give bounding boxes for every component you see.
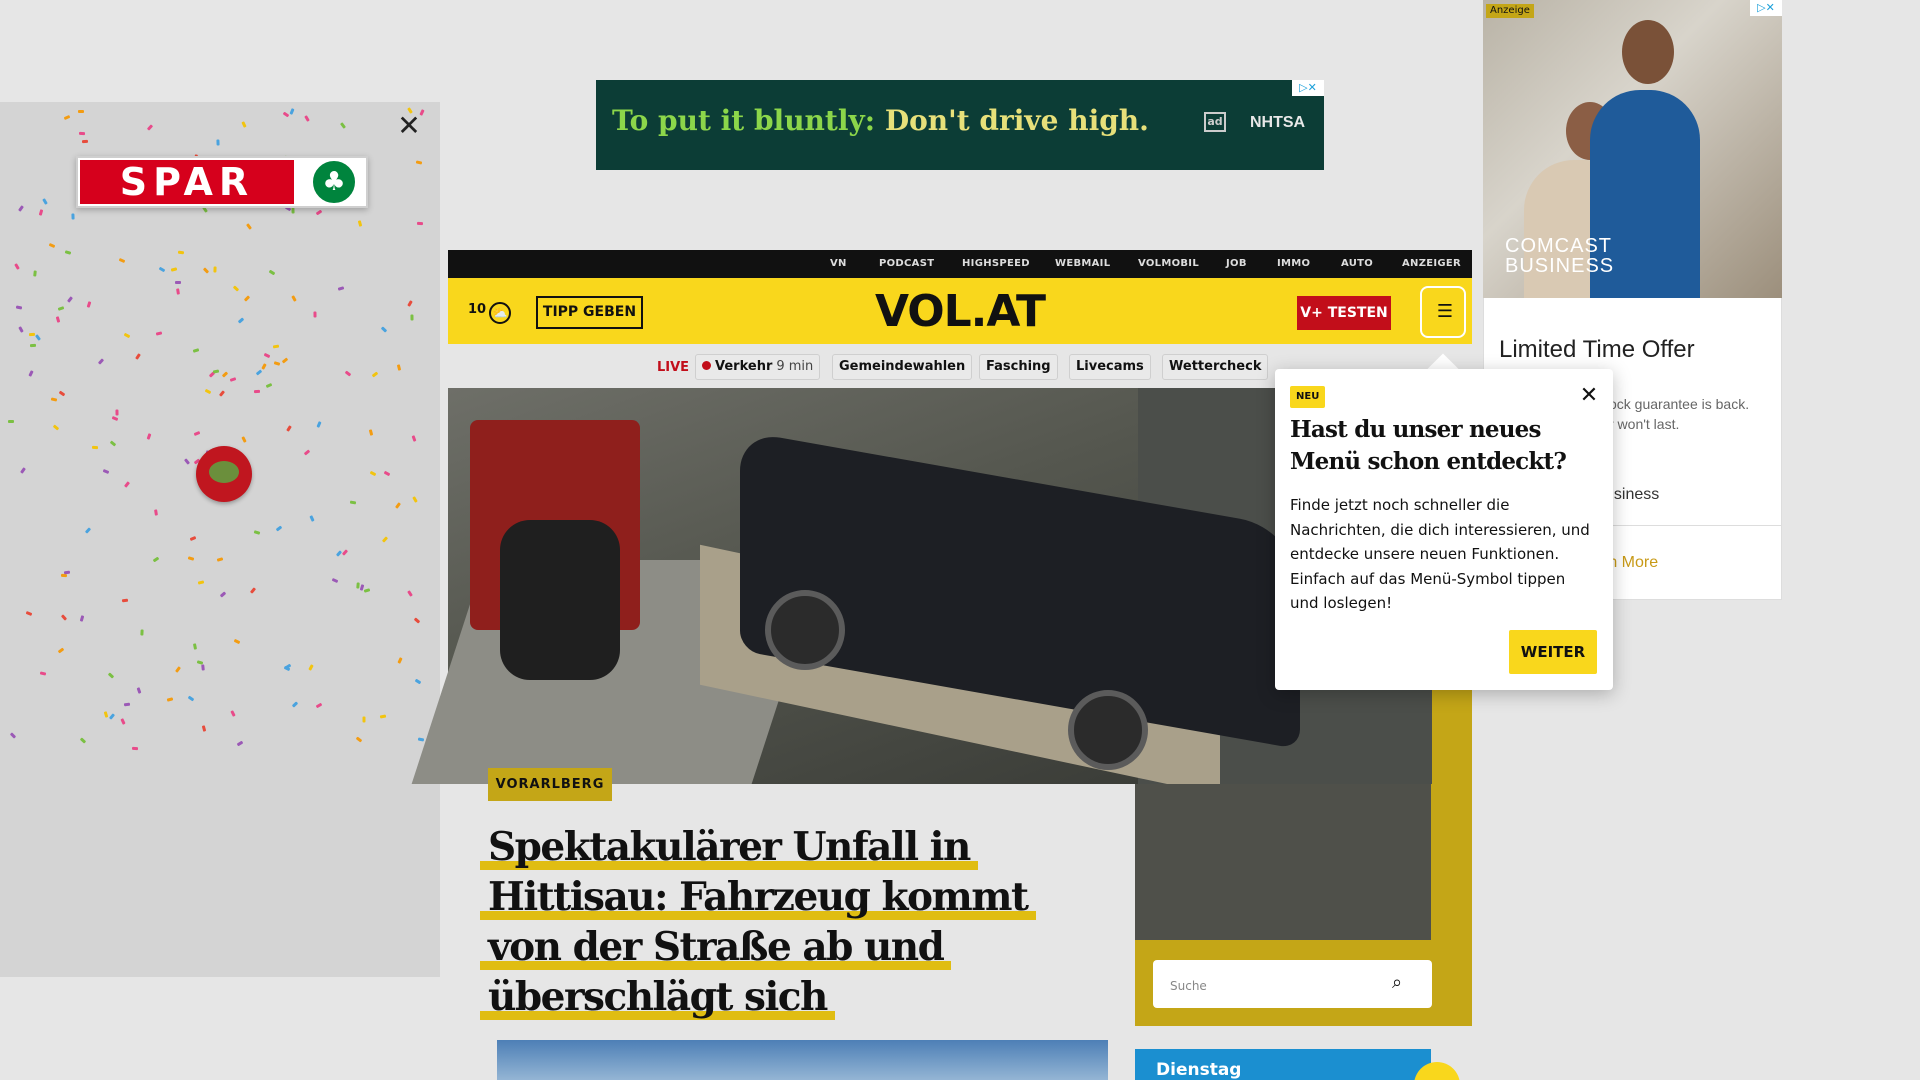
hero-image-tractor-wheel: [500, 520, 620, 680]
site-logo[interactable]: VOL.AT: [860, 286, 1060, 337]
article-headline[interactable]: Spektakulärer Unfall in Hittisau: Fahrze…: [480, 822, 1100, 1022]
ad-title: Limited Time Offer: [1499, 336, 1695, 363]
topnav-podcast[interactable]: PODCAST: [879, 258, 934, 269]
popup-body: Finde jetzt noch schneller die Nachricht…: [1290, 496, 1590, 612]
comcast-logo-line1: COMCAST: [1505, 235, 1612, 257]
menu-search-icon[interactable]: ☰: [1433, 302, 1457, 322]
search-placeholder[interactable]: Suche: [1170, 979, 1207, 993]
ad-council-icon: ad: [1204, 112, 1226, 132]
confetti-piece: [123, 702, 131, 707]
confetti-piece: [71, 213, 75, 220]
comcast-logo-line2: BUSINESS: [1505, 255, 1615, 277]
search-icon[interactable]: ⌕: [1392, 973, 1412, 993]
confetti-piece: [29, 343, 37, 348]
confetti-piece: [140, 629, 144, 636]
confetti-piece: [28, 332, 36, 337]
topnav-auto[interactable]: AUTO: [1341, 258, 1373, 269]
topnav-job[interactable]: JOB: [1226, 258, 1247, 269]
subnav-verkehr[interactable]: Verkehr 9 min: [695, 354, 821, 380]
confetti-piece: [253, 389, 261, 394]
weiter-button[interactable]: WEITER: [1509, 630, 1597, 674]
confetti-piece: [131, 746, 139, 751]
confetti-piece: [77, 109, 85, 114]
verkehr-time: 9 min: [776, 359, 814, 374]
tipp-geben-button[interactable]: TIPP GEBEN: [536, 296, 643, 329]
comcast-business-logo: COMCAST BUSINESS: [1505, 236, 1614, 276]
confetti-piece: [213, 266, 217, 273]
ad-image-person-head: [1622, 20, 1674, 84]
adchoices-icon[interactable]: ▷✕: [1750, 0, 1782, 16]
vplus-testen-button[interactable]: V+ TESTEN: [1297, 296, 1391, 330]
nhtsa-logo: NHTSA: [1250, 114, 1306, 131]
anzeige-label: Anzeige: [1486, 4, 1534, 18]
article-headline-text[interactable]: Spektakulärer Unfall in Hittisau: Fahrze…: [480, 824, 1036, 1020]
confetti-piece: [63, 570, 71, 575]
banner-headline: To put it bluntly: Don't drive high.: [612, 104, 1172, 137]
subnav-fasching[interactable]: Fasching: [979, 354, 1058, 380]
subnav-livecams[interactable]: Livecams: [1069, 354, 1151, 380]
topnav-highspeed[interactable]: HIGHSPEED: [962, 258, 1030, 269]
confetti-piece: [78, 131, 86, 136]
confetti-piece: [177, 250, 185, 255]
hero-image-car-wheel: [1068, 690, 1148, 770]
top-nav-bar: [448, 250, 1472, 278]
confetti-piece: [174, 280, 182, 285]
confetti-piece: [216, 139, 220, 146]
hero-image-car-wheel: [765, 590, 845, 670]
topnav-vn[interactable]: VN: [830, 258, 847, 269]
confetti-piece: [410, 314, 414, 321]
confetti-piece: [7, 419, 15, 424]
new-badge: NEU: [1290, 386, 1326, 408]
confetti-piece: [121, 598, 129, 603]
cloud-sun-icon[interactable]: ⛅: [489, 302, 511, 324]
category-tag[interactable]: VORARLBERG: [488, 768, 612, 801]
popup-title: Hast du unser neues Menü schon entdeckt?: [1290, 416, 1567, 475]
verkehr-label: Verkehr: [715, 359, 773, 374]
spar-logo-text: SPAR: [80, 160, 294, 204]
banner-headline-part2: Don't drive high.: [884, 104, 1149, 137]
close-icon[interactable]: ✕: [393, 110, 425, 142]
spar-tree-icon: ♣: [310, 158, 358, 206]
confetti-piece: [81, 139, 89, 144]
hero-image-lower: [1135, 784, 1431, 940]
confetti-piece: [91, 445, 99, 450]
skin-ad[interactable]: [0, 102, 440, 977]
topnav-anzeiger[interactable]: ANZEIGER: [1402, 258, 1461, 269]
topnav-webmail[interactable]: WEBMAIL: [1055, 258, 1110, 269]
subnav-gemeindewahlen[interactable]: Gemeindewahlen: [832, 354, 973, 380]
confetti-piece: [313, 311, 317, 318]
confetti-piece: [291, 207, 295, 214]
next-article-image[interactable]: [497, 1040, 1108, 1080]
spar-badge-icon: [209, 461, 239, 483]
confetti-piece: [115, 409, 119, 416]
adchoices-icon[interactable]: ▷✕: [1292, 80, 1324, 96]
weather-temp[interactable]: 10: [468, 302, 486, 317]
topnav-immo[interactable]: IMMO: [1277, 258, 1310, 269]
banner-headline-part1: To put it bluntly:: [612, 104, 876, 137]
confetti-piece: [362, 716, 366, 723]
subnav-wettercheck[interactable]: Wettercheck: [1162, 354, 1269, 380]
close-icon[interactable]: ✕: [1577, 384, 1601, 408]
live-dot-icon: [702, 361, 711, 370]
confetti-piece: [33, 270, 37, 277]
topnav-volmobil[interactable]: VOLMOBIL: [1138, 258, 1199, 269]
live-label: LIVE: [657, 360, 690, 375]
confetti-piece: [416, 221, 424, 226]
confetti-piece: [201, 664, 205, 671]
weather-day: Dienstag: [1156, 1060, 1242, 1080]
